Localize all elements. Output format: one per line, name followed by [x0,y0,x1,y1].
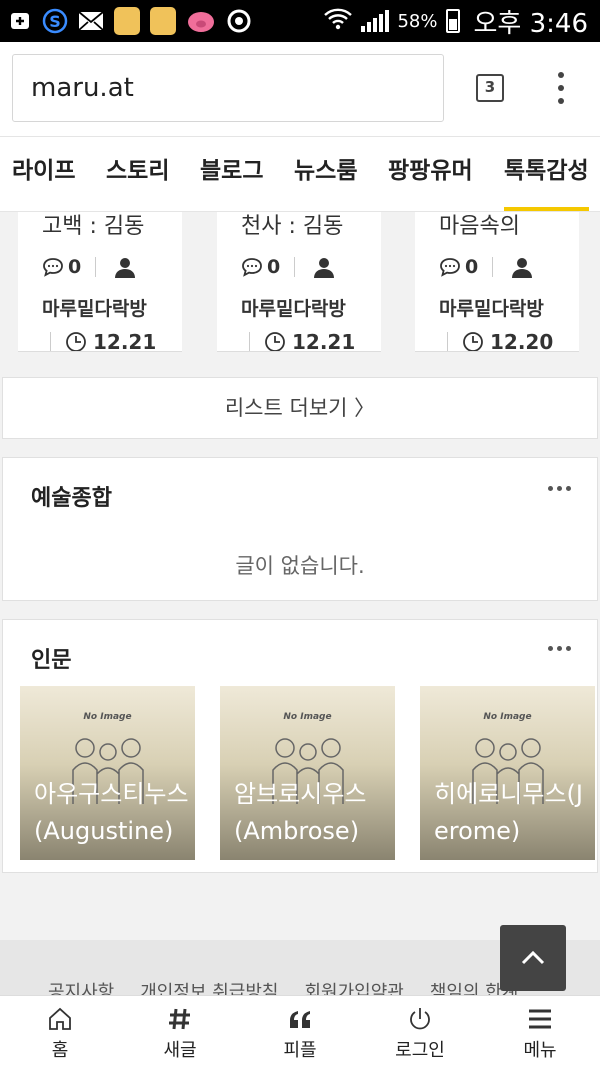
category-tab-life[interactable]: 라이프 [12,151,75,211]
category-tab-emotion[interactable]: 톡톡감성 [504,151,589,211]
clock: 오후 3:46 [473,8,589,39]
post-meta: 0 [42,256,136,278]
more-options-icon[interactable] [556,72,566,104]
category-tab-newsroom[interactable]: 뉴스룸 [294,151,357,211]
hash-icon [169,1008,190,1030]
post-title[interactable]: 천사 : 김동 [241,212,343,240]
post-card[interactable]: 고백 : 김동 0 마루밑다락방 12.21 [18,212,182,352]
pig-app-icon [186,7,216,35]
post-date: 12.21 [50,330,157,352]
more-list-button[interactable]: 리스트 더보기 〉 [2,377,598,439]
user-icon [314,258,335,278]
clock-icon [265,332,285,351]
url-bar[interactable]: maru.at [12,54,444,122]
no-image-label: No Image [83,712,132,722]
signal-icon [361,10,390,32]
more-options-icon[interactable] [548,646,571,651]
section-title[interactable]: 인문 [31,642,71,674]
add-notification-icon [10,7,32,35]
battery-percent: 58% [397,10,438,32]
browser-toolbar: maru.at 3 [0,42,600,136]
sync-icon [226,7,252,35]
post-board: 마루밑다락방 [241,298,346,320]
section-title[interactable]: 예술종합 [31,480,112,512]
quote-icon [290,1011,310,1028]
battery-icon [445,9,460,33]
comment-count: 0 [68,256,82,278]
post-board: 마루밑다락방 [42,298,147,320]
post-date: 12.20 [447,330,554,352]
no-image-label: No Image [483,712,532,722]
comment-icon [440,258,460,277]
humanities-item[interactable]: No Image 아우구스티누스(Augustine) [20,686,195,860]
bottom-nav: 홈 새글 피플 로그인 메뉴 [0,995,600,1067]
post-date-value: 12.21 [93,330,157,352]
post-title[interactable]: 마음속의 [439,212,520,240]
category-tab-story[interactable]: 스토리 [106,151,169,211]
bottom-nav-new-posts[interactable]: 새글 [130,1004,230,1062]
bottom-nav-label: 피플 [283,1040,317,1061]
s-app-icon: S [42,7,68,35]
user-icon [115,258,136,278]
post-title[interactable]: 고백 : 김동 [42,212,144,240]
comment-icon [43,258,63,277]
clock-icon [463,332,483,351]
post-card[interactable]: 마음속의 0 마루밑다락방 12.20 [415,212,579,352]
bottom-nav-menu[interactable]: 메뉴 [490,1004,590,1062]
humanities-item-title: 암브로시우스(Ambrose) [234,780,367,845]
no-image-label: No Image [283,712,332,722]
humanities-item[interactable]: No Image 암브로시우스(Ambrose) [220,686,395,860]
bottom-nav-login[interactable]: 로그인 [370,1004,470,1062]
tab-switcher-button[interactable]: 3 [476,74,504,102]
mail-icon [78,7,104,35]
empty-message: 글이 없습니다. [235,554,365,578]
category-tab-humor[interactable]: 팡팡유머 [388,151,473,211]
status-bar: S 58% 오후 3:46 [0,0,600,42]
svg-text:S: S [49,12,61,31]
post-card[interactable]: 천사 : 김동 0 마루밑다락방 12.21 [217,212,381,352]
comment-count: 0 [267,256,281,278]
humanities-item[interactable]: No Image 히에로니무스(Jerome) [420,686,595,860]
wifi-icon [323,7,353,35]
app-notification-icon-2 [150,7,176,35]
bottom-nav-label: 새글 [163,1040,197,1061]
section-humanities: 인문 No Image 아우구스티누스(Augustine) No Image … [2,619,598,873]
bottom-nav-label: 홈 [51,1040,69,1061]
category-tab-blog[interactable]: 블로그 [200,151,263,211]
home-icon [49,1007,71,1030]
bottom-nav-home[interactable]: 홈 [10,1004,110,1062]
clock-icon [66,332,86,351]
more-options-icon[interactable] [548,486,571,491]
power-icon [410,1008,430,1030]
user-icon [512,258,533,278]
menu-icon [529,1009,551,1029]
comment-count: 0 [465,256,479,278]
chevron-up-icon [521,950,545,965]
category-nav: 라이프 스토리 블로그 뉴스룸 팡팡유머 톡톡감성 [0,136,600,212]
comment-icon [242,258,262,277]
humanities-item-title: 히에로니무스(Jerome) [434,780,583,845]
post-date-value: 12.21 [292,330,356,352]
app-notification-icon [114,7,140,35]
post-date-value: 12.20 [490,330,554,352]
humanities-item-title: 아우구스티누스(Augustine) [34,780,189,845]
post-cards: 고백 : 김동 0 마루밑다락방 12.21 천사 : 김동 0 마루밑다락방 … [0,212,600,352]
post-board: 마루밑다락방 [439,298,544,320]
post-date: 12.21 [249,330,356,352]
bottom-nav-label: 로그인 [395,1040,445,1061]
section-art: 예술종합 글이 없습니다. [2,457,598,601]
post-meta: 0 [241,256,335,278]
bottom-nav-people[interactable]: 피플 [250,1004,350,1062]
bottom-nav-label: 메뉴 [523,1040,557,1061]
post-meta: 0 [439,256,533,278]
scroll-to-top-button[interactable] [500,925,566,991]
